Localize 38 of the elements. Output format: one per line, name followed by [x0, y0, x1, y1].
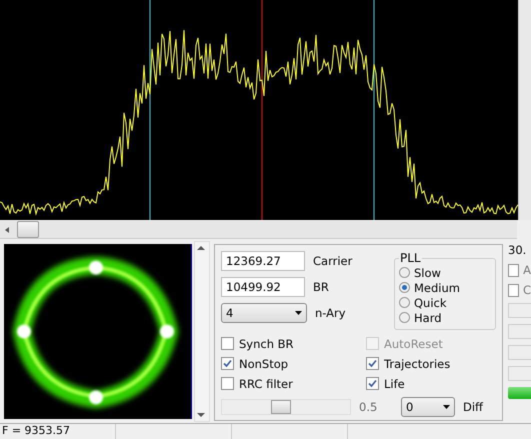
- vertical-scrollbar[interactable]: [194, 241, 210, 422]
- dropdown-label: Diff: [463, 400, 483, 414]
- slider-thumb[interactable]: [270, 400, 291, 414]
- text-field[interactable]: 12369.27: [221, 251, 305, 271]
- horizontal-scrollbar[interactable]: [0, 221, 517, 239]
- checkbox[interactable]: Synch BR: [221, 335, 351, 352]
- checkbox[interactable]: Life: [366, 375, 496, 392]
- radio-button[interactable]: Quick: [399, 295, 447, 310]
- scrollbar-thumb[interactable]: [17, 221, 39, 238]
- slider-track[interactable]: [221, 399, 351, 415]
- text-field[interactable]: 10499.92: [221, 277, 305, 297]
- dropdown[interactable]: 4: [221, 303, 307, 323]
- checkbox[interactable]: C: [508, 283, 531, 297]
- checkbox[interactable]: Trajectories: [366, 355, 496, 372]
- field-label: BR: [313, 280, 329, 294]
- radio-button[interactable]: Medium: [399, 280, 460, 295]
- checkbox[interactable]: A: [508, 263, 531, 277]
- caret-icon: [295, 311, 302, 315]
- field-label: Carrier: [313, 254, 352, 268]
- scrollbar[interactable]: [508, 345, 531, 360]
- scrollbar[interactable]: [508, 366, 531, 381]
- scrollbar[interactable]: [508, 303, 531, 318]
- group-title: PLL: [399, 251, 422, 265]
- value-text: 30.: [508, 243, 528, 257]
- check-icon: [223, 359, 232, 368]
- scrollbar[interactable]: [508, 324, 531, 339]
- radio-button[interactable]: Hard: [399, 310, 442, 325]
- scrollbar[interactable]: [518, 0, 531, 220]
- check-icon: [368, 379, 377, 388]
- dropdown-label: n-Ary: [315, 306, 346, 320]
- check-icon: [368, 359, 377, 368]
- slider-value: 0.5: [359, 400, 378, 414]
- checkbox[interactable]: RRC filter: [221, 375, 351, 392]
- caret-icon: [443, 405, 450, 409]
- radio-button[interactable]: Slow: [399, 265, 441, 280]
- dropdown[interactable]: 0: [401, 397, 455, 417]
- status-text: F = 9353.57: [0, 424, 116, 439]
- checkbox[interactable]: NonStop: [221, 355, 351, 372]
